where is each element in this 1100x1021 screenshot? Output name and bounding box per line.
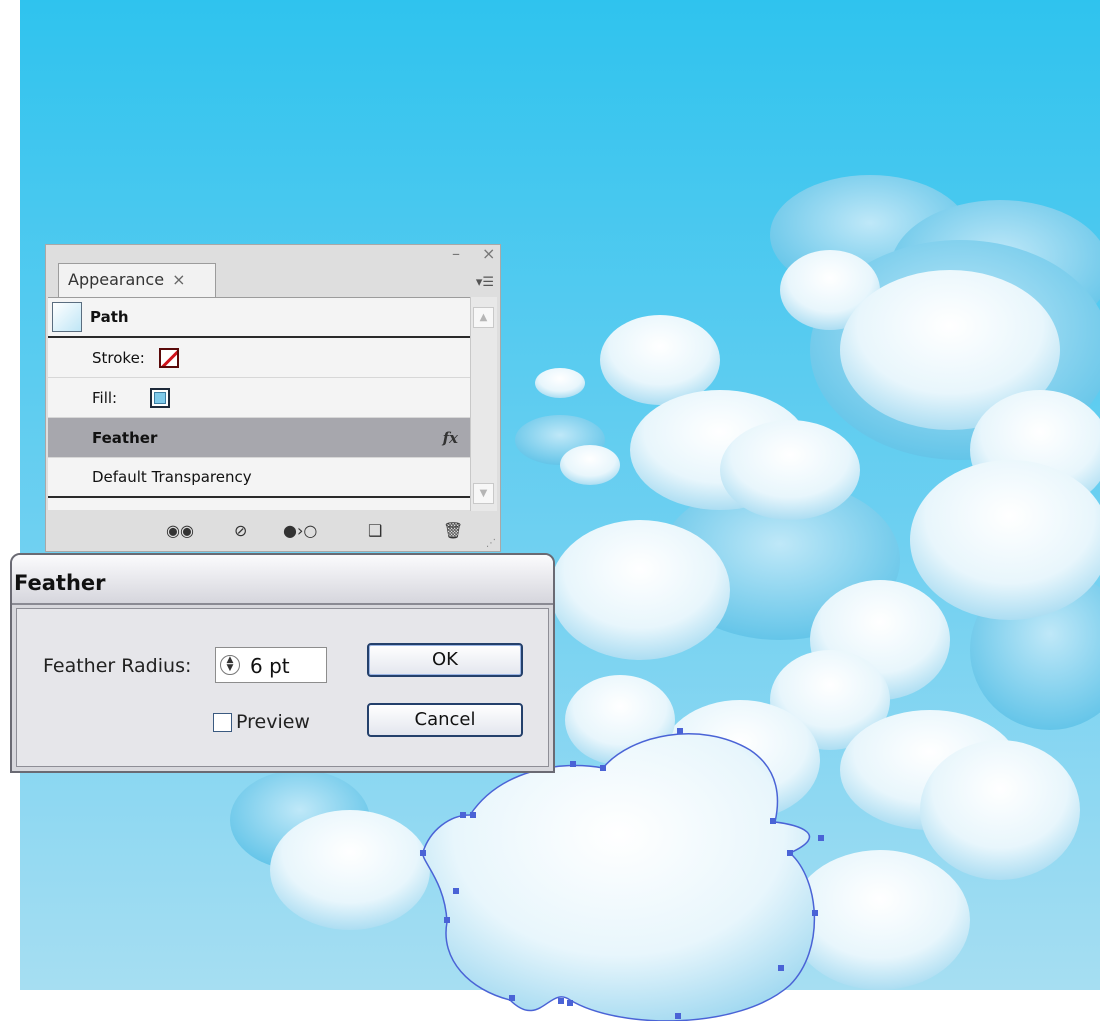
panel-close-button[interactable]: ×: [482, 246, 495, 262]
fill-swatch-icon[interactable]: [150, 387, 171, 408]
stroke-label: Stroke:: [92, 348, 145, 367]
resize-grip-icon[interactable]: ⋰: [486, 538, 496, 549]
cancel-button[interactable]: Cancel: [367, 703, 523, 737]
appearance-row-path[interactable]: Path: [48, 298, 470, 338]
appearance-row-default-transparency[interactable]: Default Transparency: [48, 458, 470, 498]
appearance-row-feather[interactable]: Feather fx: [48, 418, 470, 458]
ok-button[interactable]: OK: [367, 643, 523, 677]
tab-appearance-label: Appearance: [68, 270, 165, 289]
feather-dialog: Feather Feather Radius: ▲ ▼ 6 pt Preview …: [10, 553, 555, 773]
scroll-down-icon[interactable]: ▼: [473, 483, 494, 504]
scroll-up-icon[interactable]: ▲: [473, 307, 494, 328]
fill-label: Fill:: [92, 388, 118, 407]
radius-stepper-icon[interactable]: ▲ ▼: [220, 655, 240, 675]
reduce-to-basic-appearance-icon[interactable]: ●›○: [283, 523, 317, 539]
appearance-footer: ◉◉ ⊘ ●›○ ❑ 🗑 ⋰: [46, 513, 500, 551]
fx-icon: fx: [442, 428, 458, 447]
new-art-maintains-appearance-icon[interactable]: ◉◉: [166, 523, 194, 539]
feather-radius-value[interactable]: 6 pt: [250, 654, 290, 678]
preview-label[interactable]: Preview: [236, 711, 310, 733]
feather-radius-field[interactable]: ▲ ▼ 6 pt: [215, 647, 327, 683]
feather-radius-label: Feather Radius:: [43, 655, 192, 677]
appearance-scrollbar[interactable]: ▲ ▼: [470, 297, 497, 511]
tab-appearance[interactable]: Appearance ×: [58, 263, 216, 297]
dialog-title[interactable]: Feather: [12, 555, 553, 605]
clear-appearance-icon[interactable]: ⊘: [234, 523, 247, 539]
duplicate-item-icon[interactable]: ❑: [368, 523, 382, 539]
stroke-none-swatch-icon[interactable]: [158, 347, 179, 368]
panel-menu-icon[interactable]: ▾☰: [476, 275, 494, 290]
delete-item-icon[interactable]: 🗑: [443, 523, 463, 539]
appearance-list: Path Stroke: Fill: Feather fx Default Tr…: [48, 297, 470, 510]
tab-close-icon[interactable]: ×: [172, 270, 185, 289]
feather-effect-label: Feather: [92, 428, 158, 447]
panel-minimize-button[interactable]: –: [452, 246, 460, 262]
path-thumbnail: [52, 302, 82, 332]
appearance-panel: – × Appearance × ▾☰ Path Stroke: Fill: F…: [45, 244, 501, 552]
default-transparency-label: Default Transparency: [92, 468, 252, 486]
appearance-row-stroke[interactable]: Stroke:: [48, 338, 470, 378]
preview-checkbox[interactable]: [213, 713, 232, 732]
path-label: Path: [90, 308, 129, 326]
dialog-body: Feather Radius: ▲ ▼ 6 pt Preview OK Cance…: [16, 608, 549, 767]
appearance-row-fill[interactable]: Fill:: [48, 378, 470, 418]
